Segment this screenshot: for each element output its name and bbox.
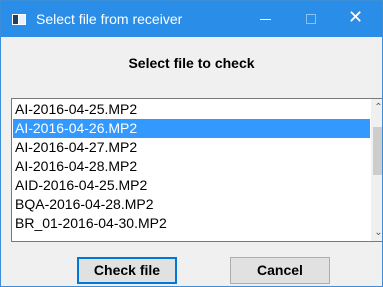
vertical-scrollbar[interactable]: ⌃ ⌄: [371, 99, 382, 241]
close-button[interactable]: ✕: [336, 1, 382, 37]
maximize-button[interactable]: [288, 1, 334, 37]
dialog-heading: Select file to check: [128, 55, 255, 71]
minimize-icon: [260, 19, 271, 20]
list-item[interactable]: AI-2016-04-25.MP2: [13, 100, 370, 119]
file-listbox[interactable]: AI-2016-04-25.MP2 AI-2016-04-26.MP2 AI-201…: [11, 98, 382, 242]
scroll-thumb[interactable]: [373, 127, 382, 175]
chevron-down-icon[interactable]: ⌄: [371, 224, 382, 241]
app-window-icon: [12, 14, 26, 25]
title-bar[interactable]: Select file from receiver ✕: [1, 1, 382, 37]
list-item[interactable]: BQA-2016-04-28.MP2: [13, 195, 370, 214]
list-item[interactable]: AID-2016-04-25.MP2: [13, 176, 370, 195]
dialog-window: Select file from receiver ✕ Select file …: [0, 0, 383, 287]
list-item[interactable]: AI-2016-04-26.MP2: [13, 119, 370, 138]
chevron-up-icon[interactable]: ⌃: [371, 99, 382, 116]
check-file-button[interactable]: Check file: [77, 257, 177, 284]
file-list: AI-2016-04-25.MP2 AI-2016-04-26.MP2 AI-201…: [13, 100, 370, 233]
close-icon: ✕: [348, 7, 364, 28]
minimize-button[interactable]: [242, 1, 288, 37]
list-item[interactable]: AI-2016-04-27.MP2: [13, 138, 370, 157]
list-item[interactable]: BR_01-2016-04-30.MP2: [13, 214, 370, 233]
window-title: Select file from receiver: [36, 11, 183, 27]
maximize-icon: [306, 14, 316, 24]
cancel-button[interactable]: Cancel: [230, 257, 330, 284]
list-item[interactable]: AI-2016-04-28.MP2: [13, 157, 370, 176]
